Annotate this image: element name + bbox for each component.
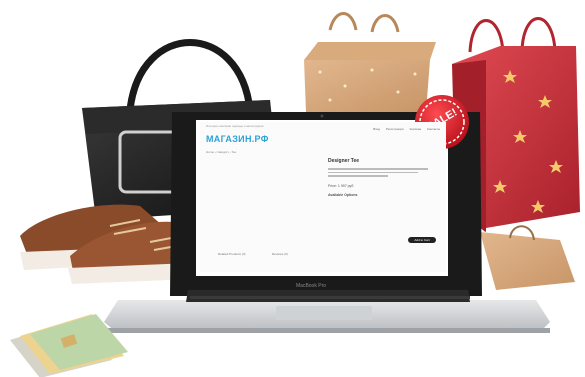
available-options-label: Available Options — [328, 193, 358, 197]
product-title: Designer Tee — [328, 158, 360, 164]
kraft-shopping-bag — [304, 12, 436, 112]
nav-contacts[interactable]: Контакты — [427, 127, 440, 131]
nav-login[interactable]: Вход — [373, 127, 380, 131]
product-price: Price: 1 997 руб — [328, 184, 354, 188]
top-note: Интернет-магазин одежды и аксессуаров — [206, 124, 264, 128]
top-navigation: Вход Регистрация Корзина Контакты — [373, 127, 440, 131]
tab-related-products[interactable]: Related Products (3) — [218, 252, 246, 256]
product-description — [328, 166, 428, 180]
add-to-cart-button[interactable]: Add to Cart — [408, 237, 436, 243]
small-gift-bag — [480, 225, 575, 290]
store-logo[interactable]: МАГАЗИН.РФ — [206, 134, 269, 144]
laptop-brand-label: MacBook Pro — [296, 283, 327, 289]
breadcrumb[interactable]: Home › Category › Tee — [206, 150, 236, 154]
store-webpage: Интернет-магазин одежды и аксессуаров МА… — [200, 122, 446, 272]
nav-cart[interactable]: Корзина — [410, 127, 421, 131]
tab-reviews[interactable]: Reviews (0) — [272, 252, 288, 256]
nav-register[interactable]: Регистрация — [386, 127, 404, 131]
